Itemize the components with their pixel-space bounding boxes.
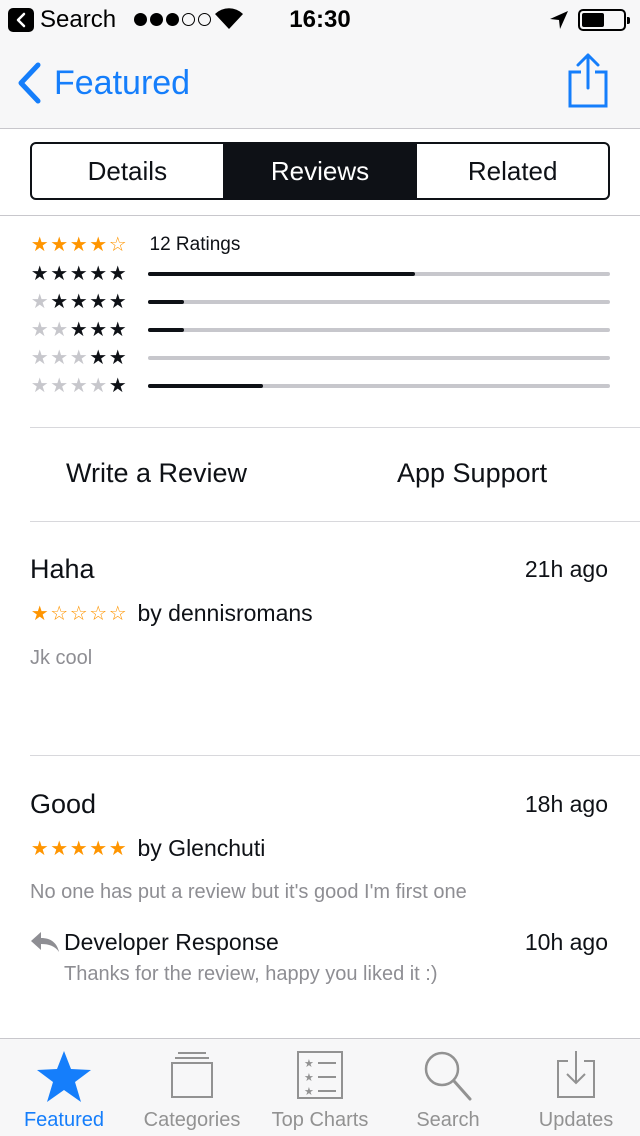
segment-area: Details Reviews Related xyxy=(0,129,640,216)
average-rating-stars: ★ ★ ★ ★ ☆ xyxy=(30,234,127,256)
review-actions: Write a Review App Support xyxy=(0,428,640,521)
top-charts-icon: ★ ★ ★ xyxy=(297,1051,343,1099)
rating-bar xyxy=(147,356,610,360)
app-support-button[interactable]: App Support xyxy=(397,458,547,489)
rating-row-4-stars: ★ ★ ★ ★ ★ xyxy=(30,288,610,316)
status-time: 16:30 xyxy=(289,6,351,33)
tab-related[interactable]: Related xyxy=(415,144,608,198)
review-time: 21h ago xyxy=(524,556,608,582)
rating-row-5-stars: ★ ★ ★ ★ ★ xyxy=(30,260,610,288)
rating-row-2-stars: ★ ★ ★ ★ ★ xyxy=(30,344,610,372)
tab-updates[interactable]: Updates xyxy=(512,1039,640,1136)
search-icon xyxy=(424,1051,472,1101)
svg-text:★: ★ xyxy=(304,1071,314,1084)
tab-categories[interactable]: Categories xyxy=(128,1039,256,1136)
divider xyxy=(30,521,640,522)
back-button[interactable]: Featured xyxy=(16,62,190,104)
review-body: Jk cool xyxy=(30,647,93,669)
tab-label: Categories xyxy=(143,1109,241,1131)
tab-top-charts[interactable]: ★ ★ ★ Top Charts xyxy=(256,1039,384,1136)
rating-bar xyxy=(147,384,610,388)
review-title: Haha xyxy=(30,554,95,584)
tab-featured[interactable]: Featured xyxy=(0,1039,128,1136)
rating-row-3-stars: ★ ★ ★ ★ ★ xyxy=(30,316,610,344)
tab-reviews[interactable]: Reviews xyxy=(222,144,416,198)
back-button-label: Featured xyxy=(54,63,191,102)
tab-label: Updates xyxy=(538,1109,614,1131)
write-review-button[interactable]: Write a Review xyxy=(66,458,247,489)
battery-icon xyxy=(578,9,630,31)
divider xyxy=(30,755,640,756)
tab-label: Featured xyxy=(23,1109,105,1131)
rating-row-1-star: ★ ★ ★ ★ ★ xyxy=(30,372,610,400)
rating-bar xyxy=(147,272,610,276)
review-title: Good xyxy=(30,789,97,819)
ratings-count: 12 Ratings xyxy=(149,234,241,255)
reply-arrow-icon xyxy=(31,932,59,952)
review-time: 18h ago xyxy=(524,791,608,817)
location-arrow-icon xyxy=(550,11,568,29)
status-bar: Search 16:30 xyxy=(0,0,640,40)
tab-bar: Featured Categories ★ ★ ★ Top Charts Sea… xyxy=(0,1038,640,1136)
rating-bar xyxy=(147,300,610,304)
developer-response-time: 10h ago xyxy=(524,929,608,955)
tab-details[interactable]: Details xyxy=(32,144,223,198)
developer-response-body: Thanks for the review, happy you liked i… xyxy=(64,963,438,985)
updates-icon xyxy=(557,1051,595,1098)
svg-text:★: ★ xyxy=(304,1085,314,1098)
share-icon[interactable] xyxy=(566,52,610,108)
review-body: No one has put a review but it's good I'… xyxy=(30,881,467,903)
review-stars: ★ ★ ★ ★ ★ xyxy=(30,837,127,860)
navigation-bar: Featured xyxy=(0,40,640,129)
rating-bar xyxy=(147,328,610,332)
review-author: by Glenchuti xyxy=(137,835,266,861)
developer-response-title: Developer Response xyxy=(64,929,279,955)
categories-icon xyxy=(171,1052,213,1098)
segmented-control: Details Reviews Related xyxy=(30,142,610,200)
tab-label: Top Charts xyxy=(271,1109,369,1131)
ratings-summary: ★ ★ ★ ★ ☆ 12 Ratings ★ ★ ★ ★ ★ ★ ★ ★ ★ ★ ★ ★ ★ ★ ★ ★ ★ ★ ★ ★… xyxy=(30,230,610,400)
review-stars: ★ ☆ ☆ ☆ ☆ xyxy=(30,602,127,625)
chevron-left-icon xyxy=(18,62,41,104)
star-icon xyxy=(37,1051,91,1102)
svg-text:★: ★ xyxy=(304,1057,314,1070)
tab-search[interactable]: Search xyxy=(384,1039,512,1136)
review-author: by dennisromans xyxy=(137,600,313,626)
tab-label: Search xyxy=(416,1109,480,1131)
